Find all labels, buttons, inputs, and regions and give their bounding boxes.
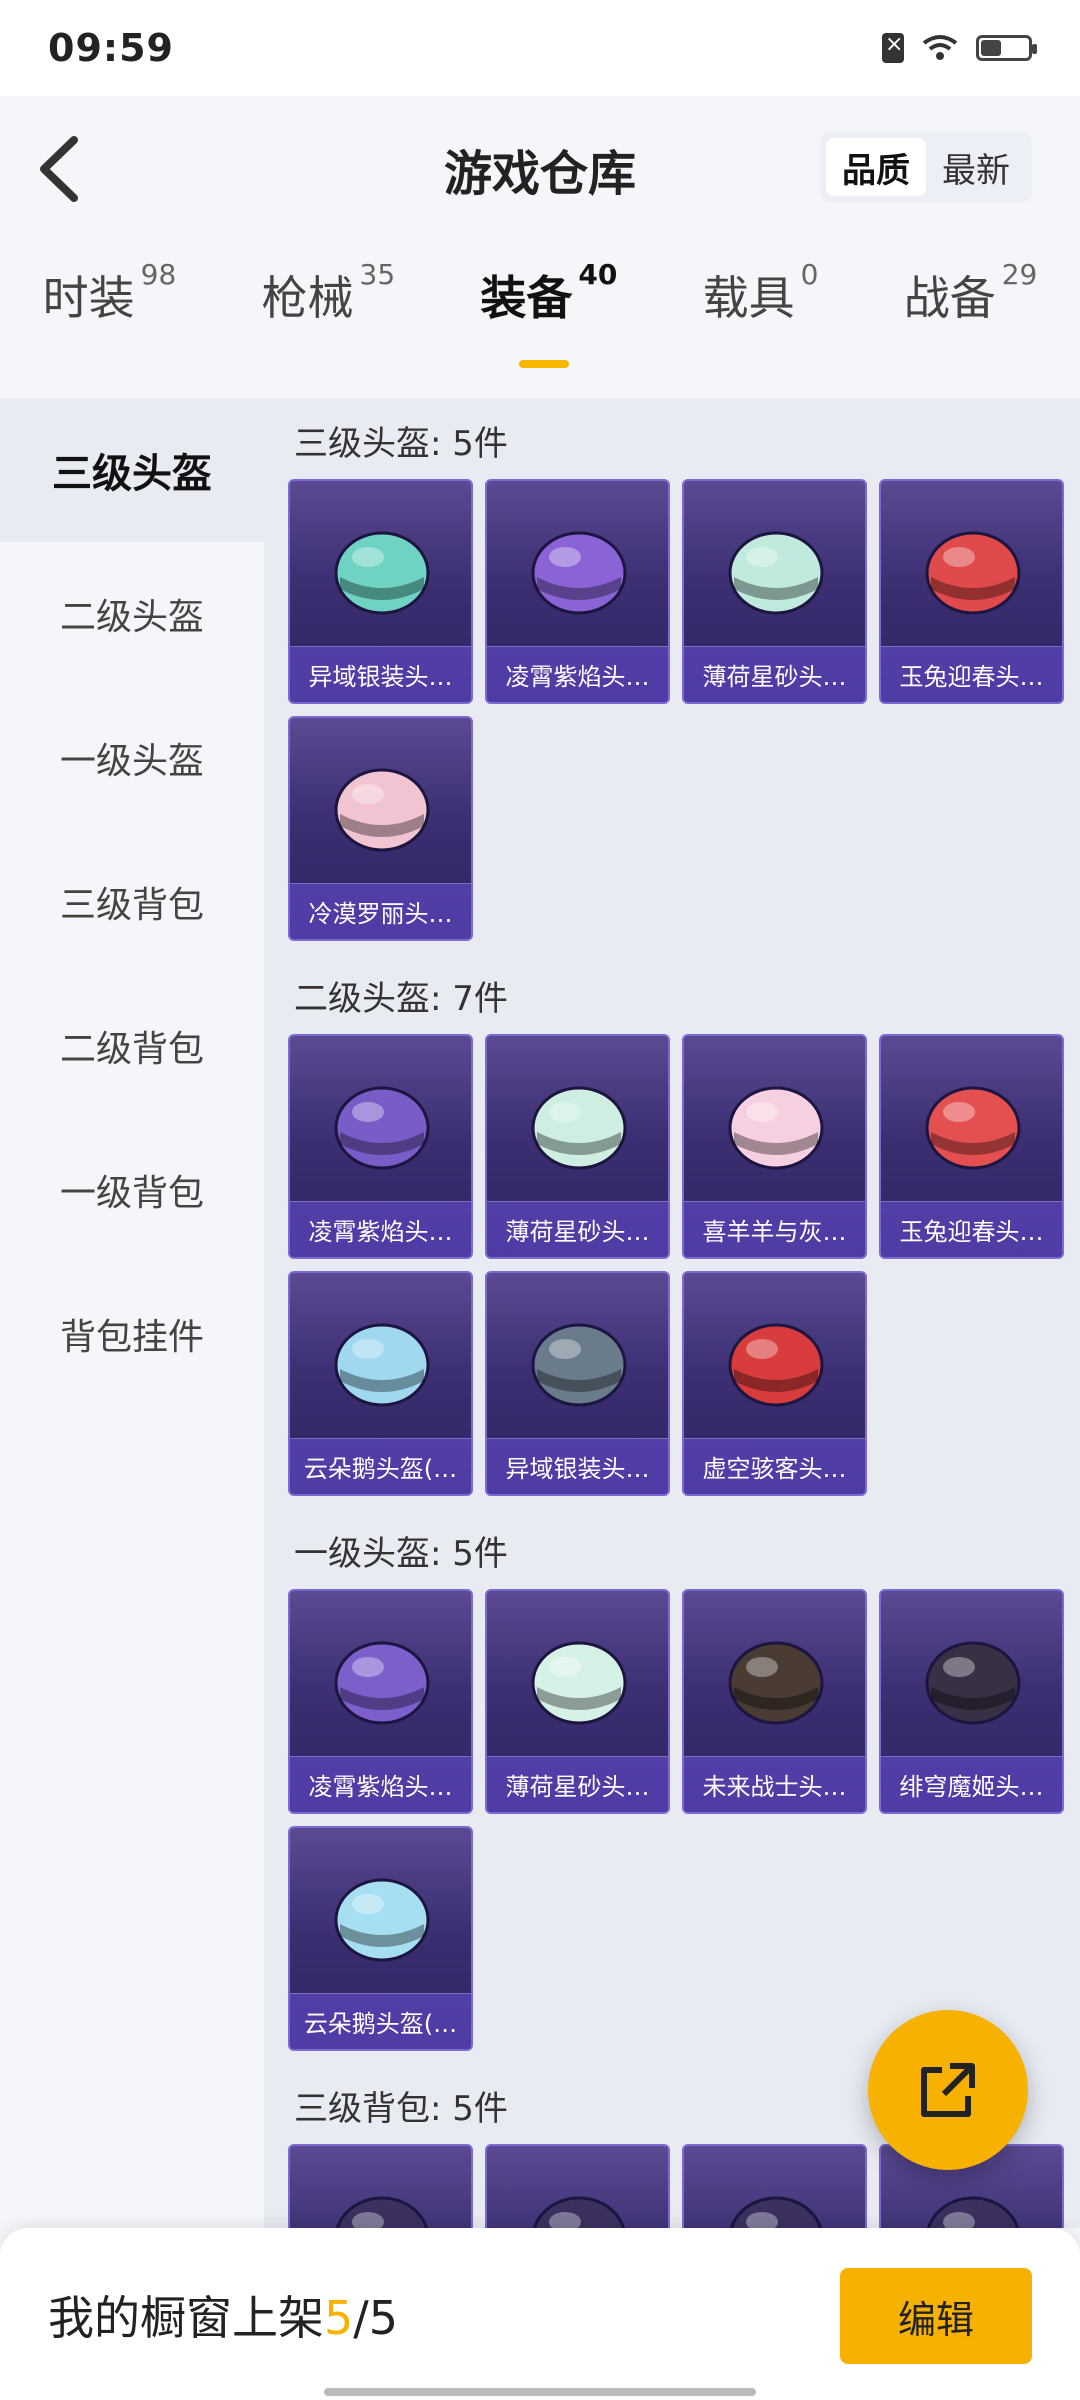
item-card[interactable]: 异域银装头… xyxy=(485,1271,670,1496)
item-name: 虚空骇客头… xyxy=(684,1438,865,1494)
tab-equipment[interactable]: 装备 40 xyxy=(480,258,617,368)
status-bar: 09:59 xyxy=(0,0,1080,96)
item-card[interactable]: 云朵鹅头盔(… xyxy=(288,1271,473,1496)
helmet-icon xyxy=(531,1323,627,1407)
sidebar-item-level3-backpack[interactable]: 三级背包 xyxy=(0,830,264,974)
item-name: 喜羊羊与灰… xyxy=(684,1201,865,1257)
helmet-icon xyxy=(925,1086,1021,1170)
section-title: 一级头盔: 5件 xyxy=(294,1534,508,1574)
home-indicator xyxy=(324,2388,756,2396)
item-name: 玉兔迎春头… xyxy=(881,646,1062,702)
sidebar-item-level1-helmet[interactable]: 一级头盔 xyxy=(0,686,264,830)
back-arrow-icon[interactable] xyxy=(32,134,92,204)
sidebar-item-backpack-charm[interactable]: 背包挂件 xyxy=(0,1262,264,1406)
item-card[interactable]: 云朵鹅头盔(… xyxy=(288,1826,473,2051)
helmet-icon xyxy=(728,1323,824,1407)
section-title: 二级头盔: 7件 xyxy=(294,979,508,1019)
item-name: 薄荷星砂头… xyxy=(487,1756,668,1812)
helmet-icon xyxy=(531,531,627,615)
section-title: 三级头盔: 5件 xyxy=(294,424,508,464)
helmet-icon xyxy=(926,2196,1020,2228)
item-grid: 凌霄紫焰头… 薄荷星砂头… 未来战士头… 绯穹魔姬头… 云朵鹅头盔(… xyxy=(288,1589,1080,2051)
helmet-icon xyxy=(532,2196,626,2228)
edit-button[interactable]: 编辑 xyxy=(840,2268,1032,2364)
item-name: 冷漠罗丽头… xyxy=(290,883,471,939)
bottom-bar: 我的橱窗上架5/5 编辑 xyxy=(0,2228,1080,2400)
item-card[interactable]: 喜羊羊与灰… xyxy=(682,1034,867,1259)
helmet-icon xyxy=(728,531,824,615)
status-icons xyxy=(882,32,1037,63)
sidebar-item-level3-helmet[interactable]: 三级头盔 xyxy=(0,398,264,542)
battery-icon xyxy=(976,35,1037,61)
active-tab-indicator xyxy=(518,360,569,368)
item-name: 凌霄紫焰头… xyxy=(290,1201,471,1257)
item-card[interactable]: 未来战士头… xyxy=(682,1589,867,1814)
item-card[interactable] xyxy=(288,2144,473,2228)
item-list[interactable]: 三级头盔: 5件异域银装头… 凌霄紫焰头… 薄荷星砂头… 玉兔迎春头… 冷漠罗丽头… 二级… xyxy=(264,398,1080,2228)
item-name: 薄荷星砂头… xyxy=(684,646,865,702)
item-card[interactable]: 玉兔迎春头… xyxy=(879,1034,1064,1259)
sort-newest-button[interactable]: 最新 xyxy=(926,138,1026,196)
sidebar-item-level2-helmet[interactable]: 二级头盔 xyxy=(0,542,264,686)
item-name: 凌霄紫焰头… xyxy=(487,646,668,702)
tab-guns[interactable]: 枪械 35 xyxy=(262,258,396,328)
item-card[interactable]: 凌霄紫焰头… xyxy=(288,1589,473,1814)
item-name: 未来战士头… xyxy=(684,1756,865,1812)
tab-supplies[interactable]: 战备 29 xyxy=(904,258,1038,328)
item-card[interactable]: 薄荷星砂头… xyxy=(485,1589,670,1814)
item-card[interactable]: 凌霄紫焰头… xyxy=(485,479,670,704)
item-card[interactable]: 玉兔迎春头… xyxy=(879,479,1064,704)
sidebar: 三级头盔 二级头盔 一级头盔 三级背包 二级背包 一级背包 背包挂件 xyxy=(0,398,264,2228)
item-name: 绯穹魔姬头… xyxy=(881,1756,1062,1812)
tab-vehicles[interactable]: 载具 0 xyxy=(703,258,819,328)
helmet-icon xyxy=(728,1086,824,1170)
helmet-icon xyxy=(334,1878,430,1962)
helmet-icon xyxy=(334,768,430,852)
item-card[interactable]: 虚空骇客头… xyxy=(682,1271,867,1496)
item-name: 薄荷星砂头… xyxy=(487,1201,668,1257)
helmet-icon xyxy=(334,1086,430,1170)
tab-fashion[interactable]: 时装 98 xyxy=(43,258,177,328)
sidebar-item-level1-backpack[interactable]: 一级背包 xyxy=(0,1118,264,1262)
sidebar-item-level2-backpack[interactable]: 二级背包 xyxy=(0,974,264,1118)
helmet-icon xyxy=(531,1086,627,1170)
sort-quality-button[interactable]: 品质 xyxy=(826,138,926,196)
item-name: 异域银装头… xyxy=(290,646,471,702)
item-grid: 凌霄紫焰头… 薄荷星砂头… 喜羊羊与灰… 玉兔迎春头… 云朵鹅头盔(… 异域银装头… 虚空骇… xyxy=(288,1034,1080,1496)
notification-blocked-icon xyxy=(882,32,904,63)
helmet-icon xyxy=(334,1323,430,1407)
helmet-icon xyxy=(334,1641,430,1725)
helmet-icon xyxy=(531,1641,627,1725)
showcase-count: 我的橱窗上架5/5 xyxy=(48,2291,399,2345)
wifi-icon xyxy=(922,35,958,60)
share-button[interactable] xyxy=(868,2010,1028,2170)
item-card[interactable]: 冷漠罗丽头… xyxy=(288,716,473,941)
item-name: 异域银装头… xyxy=(487,1438,668,1494)
page-title: 游戏仓库 xyxy=(443,146,636,202)
item-name: 凌霄紫焰头… xyxy=(290,1756,471,1812)
helmet-icon xyxy=(925,1641,1021,1725)
status-time: 09:59 xyxy=(48,26,174,70)
item-card[interactable]: 异域银装头… xyxy=(288,479,473,704)
category-tabs: 时装 98 枪械 35 装备 40 载具 0 战备 29 xyxy=(0,258,1080,372)
sort-toggle: 品质 最新 xyxy=(820,132,1032,202)
item-card[interactable]: 薄荷星砂头… xyxy=(682,479,867,704)
page-header: 游戏仓库 品质 最新 xyxy=(0,96,1080,242)
item-card[interactable] xyxy=(682,2144,867,2228)
helmet-icon xyxy=(335,2196,429,2228)
helmet-icon xyxy=(334,531,430,615)
item-name: 云朵鹅头盔(… xyxy=(290,1438,471,1494)
item-name: 云朵鹅头盔(… xyxy=(290,1993,471,2049)
item-card[interactable] xyxy=(485,2144,670,2228)
item-card[interactable]: 薄荷星砂头… xyxy=(485,1034,670,1259)
helmet-icon xyxy=(728,1641,824,1725)
helmet-icon xyxy=(729,2196,823,2228)
helmet-icon xyxy=(925,531,1021,615)
item-card[interactable]: 凌霄紫焰头… xyxy=(288,1034,473,1259)
item-grid: 异域银装头… 凌霄紫焰头… 薄荷星砂头… 玉兔迎春头… 冷漠罗丽头… xyxy=(288,479,1080,941)
share-icon xyxy=(921,2063,975,2117)
item-card[interactable]: 绯穹魔姬头… xyxy=(879,1589,1064,1814)
item-name: 玉兔迎春头… xyxy=(881,1201,1062,1257)
